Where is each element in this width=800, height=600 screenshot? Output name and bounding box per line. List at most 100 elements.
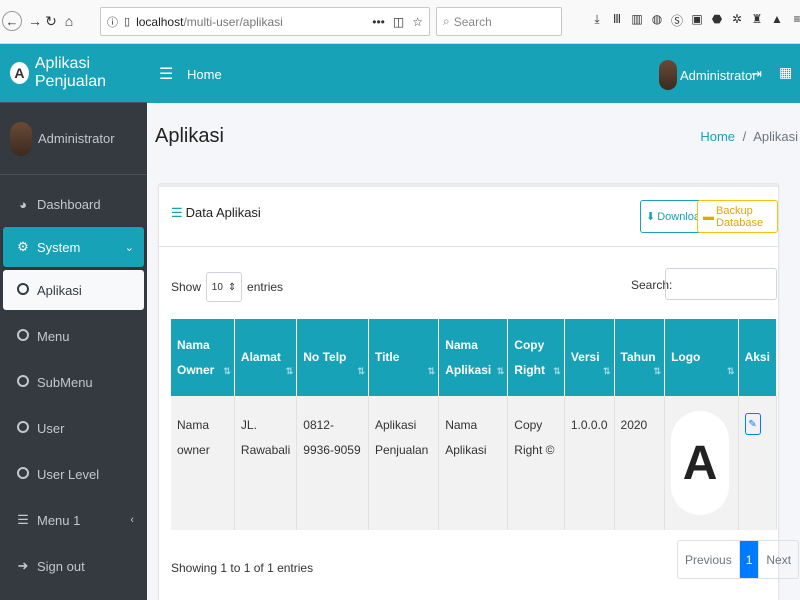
user-panel[interactable]: Administrator <box>0 103 147 175</box>
backup-label: Backup Database <box>716 204 764 229</box>
circle-icon <box>15 466 31 482</box>
entries-value: 10 <box>211 281 223 293</box>
sidebar-item-menu[interactable]: Menu <box>3 316 144 356</box>
home-icon[interactable]: ⌂ <box>60 12 78 30</box>
sidebar-item-submenu[interactable]: SubMenu <box>3 362 144 402</box>
sidebar-icon[interactable]: ▥ <box>630 12 644 29</box>
data-card: ☰ Data Aplikasi ⬇ Download ▬ Backup Datab… <box>159 184 800 600</box>
column-header[interactable]: Tahun ⇅ <box>614 319 666 396</box>
sidebar-item-user[interactable]: User <box>3 408 144 448</box>
table-row: Nama owner JL. Rawabali 0812-9936-9059 A… <box>171 396 778 530</box>
cogs-icon: ⚙ <box>17 239 29 254</box>
avatar <box>10 121 32 156</box>
page-1-button[interactable]: 1 <box>739 541 759 578</box>
download-icon: ⬇ <box>646 211 656 223</box>
main-content: Aplikasi Home / Aplikasi ☰ Data Aplikasi … <box>147 103 800 600</box>
browser-toolbar: ← → ↻ ⌂ ⓘ ▯ localhost/multi-user/aplikas… <box>0 0 800 44</box>
data-table: Nama Owner ⇅ Alamat ⇅ No Telp ⇅ Title ⇅ Nama… <box>171 319 778 530</box>
table-cell: 1.0.0.0 <box>564 396 615 530</box>
hamburger-icon[interactable]: ☰ <box>159 64 173 84</box>
table-cell: Aplikasi Penjualan <box>368 396 440 530</box>
table-cell: Copy Right © <box>507 396 565 530</box>
database-icon: ▬ <box>703 210 714 223</box>
breadcrumb-separator: / <box>742 129 747 144</box>
sidebar-item-label: System <box>37 239 81 255</box>
card-title: ☰ Data Aplikasi <box>171 205 261 221</box>
column-header[interactable]: Alamat ⇅ <box>234 319 298 396</box>
library-icon[interactable]: Ⅲ <box>610 12 624 29</box>
entries-select[interactable]: 10 ⇕ <box>206 272 243 302</box>
sidebar-item-label: User Level <box>37 466 100 482</box>
breadcrumb-home-link[interactable]: Home <box>700 129 735 144</box>
edit-icon[interactable]: ✎ <box>744 413 761 435</box>
back-arrow-icon[interactable]: ← <box>2 11 22 31</box>
sidebar-item-system[interactable]: ⚙ System ⌄ <box>3 227 144 267</box>
table-cell: JL. Rawabali <box>234 396 298 530</box>
sort-icon: ⇕ <box>227 281 237 293</box>
table-search-input[interactable] <box>665 268 777 300</box>
lock-extension-icon[interactable]: ▲ <box>770 12 784 29</box>
column-header[interactable]: Versi ⇅ <box>564 319 615 396</box>
page-icon: ▯ <box>124 16 131 28</box>
nav-user-menu[interactable]: Administrator <box>659 60 757 90</box>
show-entries: Show 10 ⇕ entries <box>171 272 283 302</box>
url-host: localhost <box>136 14 184 29</box>
column-header[interactable]: Nama Owner ⇅ <box>171 319 235 396</box>
sidebar-item-label: SubMenu <box>37 374 93 390</box>
circle-icon <box>15 282 31 298</box>
sidebar-item-label: User <box>37 420 65 436</box>
next-button[interactable]: Next <box>758 541 798 578</box>
sign-out-icon: ➜ <box>17 558 29 573</box>
table-cell: Nama owner <box>171 396 235 530</box>
page-actions-icon[interactable]: ••• <box>372 15 385 29</box>
sidebar-item-sign-out[interactable]: ➜ Sign out <box>3 546 144 586</box>
brand[interactable]: A Aplikasi Penjualan <box>0 44 147 103</box>
sidebar-item-label: Sign out <box>37 558 85 574</box>
chevron-down-icon: ⌄ <box>124 241 134 254</box>
url-bar[interactable]: ⓘ ▯ localhost/multi-user/aplikasi ••• ◫ … <box>100 7 430 36</box>
reload-icon[interactable]: ↻ <box>42 12 60 30</box>
pocket-icon[interactable]: ◫ <box>393 15 404 29</box>
menu-icon[interactable]: ≡ <box>790 12 800 29</box>
sidebar-item-label: Dashboard <box>37 196 101 212</box>
sidebar-item-menu-1[interactable]: ☰ Menu 1 ‹ <box>3 500 144 540</box>
top-navbar: ☰ Home Administrator ⇥ ▦ <box>147 44 800 103</box>
sidebar-item-label: Menu 1 <box>37 512 81 528</box>
search-placeholder: Search <box>453 14 492 29</box>
toolbar-icons: ⤓ Ⅲ ▥ ◍ Ⓢ ▣ ⬣ ✲ ♜ ▲ ≡ <box>590 12 800 29</box>
column-header[interactable]: Nama Aplikasi ⇅ <box>438 319 509 396</box>
sidebar-item-user-level[interactable]: User Level <box>3 454 144 494</box>
bottle-extension-icon[interactable]: ♜ <box>750 12 764 29</box>
user-name: Administrator <box>38 131 115 146</box>
previous-button[interactable]: Previous <box>678 541 740 578</box>
column-header[interactable]: Logo ⇅ <box>664 319 739 396</box>
column-header[interactable]: No Telp ⇅ <box>296 319 369 396</box>
backup-database-button[interactable]: ▬ Backup Database <box>697 200 778 233</box>
download-icon[interactable]: ⤓ <box>590 12 604 29</box>
url-path: /multi-user/aplikasi <box>183 14 283 29</box>
column-header[interactable]: Title ⇅ <box>368 319 440 396</box>
info-icon[interactable]: ⓘ <box>107 14 118 30</box>
bookmark-star-icon[interactable]: ☆ <box>412 15 423 29</box>
sidebar-item-aplikasi[interactable]: Aplikasi <box>3 270 144 310</box>
sidebar-menu: ◕ Dashboard ⚙ System ⌄ Aplikasi Menu Sub… <box>0 175 147 595</box>
extension-icon[interactable]: ▣ <box>690 12 704 29</box>
gear-extension-icon[interactable]: ✲ <box>730 12 744 29</box>
globe-icon[interactable]: ◍ <box>650 12 664 29</box>
show-label: Show <box>171 280 202 294</box>
browser-search-input[interactable]: ⌕ Search <box>436 7 562 36</box>
sidebar-item-dashboard[interactable]: ◕ Dashboard <box>3 184 144 224</box>
nav-home-link[interactable]: Home <box>187 67 222 82</box>
shield-extension-icon[interactable]: ⬣ <box>710 12 724 29</box>
database-icon: ☰ <box>17 512 29 527</box>
column-header[interactable]: Copy Right ⇅ <box>507 319 565 396</box>
sidebar: A Aplikasi Penjualan Administrator ◕ Das… <box>0 44 147 600</box>
s-extension-icon[interactable]: Ⓢ <box>670 12 684 29</box>
entries-label: entries <box>247 280 284 294</box>
table-header-row: Nama Owner ⇅ Alamat ⇅ No Telp ⇅ Title ⇅ Nama… <box>171 319 778 396</box>
table-cell-logo: A <box>664 396 739 530</box>
grid-icon[interactable]: ▦ <box>779 64 792 81</box>
pagination: Previous 1 Next <box>677 540 800 579</box>
logout-icon[interactable]: ⇥ <box>751 66 762 82</box>
sidebar-item-label: Menu <box>37 328 70 344</box>
